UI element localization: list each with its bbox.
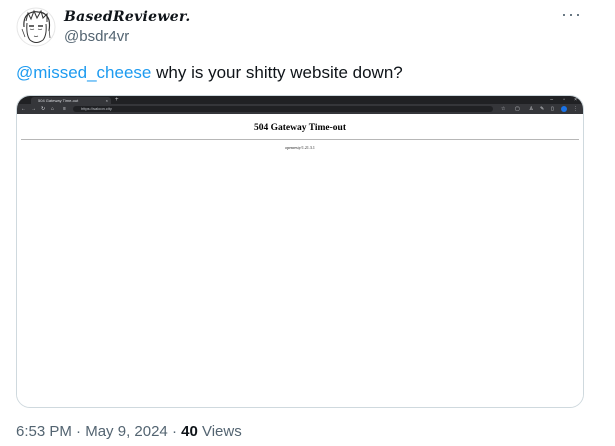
browser-page: 504 Gateway Time-out openresty/1.21.3.1 [17,114,583,404]
sidebar-icon: ▯ [551,106,554,112]
browser-tab-bar: 504 Gateway Time-out × + – ▫ × [17,96,583,104]
browser-tab: 504 Gateway Time-out × [31,97,111,104]
profile-icon [561,106,567,112]
error-heading: 504 Gateway Time-out [253,123,346,133]
author-display-name[interactable]: BasedReviewer. [64,9,191,25]
views-count: 40 [181,423,198,440]
avatar[interactable] [16,7,56,47]
forward-icon: → [31,106,36,112]
minimize-icon: – [550,97,553,103]
url-field: https://saloon.city [73,106,493,112]
adblock-icon: ♙ [529,106,534,112]
views-label: Views [201,423,242,440]
more-horizontal-icon: ··· [561,4,582,24]
author-handle[interactable]: @bsdr4vr [64,28,129,45]
server-text: openresty/1.21.3.1 [285,145,315,150]
browser-address-bar: ← → ↻ ⌂ ≡ https://saloon.city ☆ ▢ ♙ ✎ ▯ … [17,104,583,114]
separator: · [171,423,177,440]
more-options-button[interactable]: ··· [561,4,582,25]
tweet-meta: 6:53 PM · May 9, 2024 · 40 Views [16,423,242,440]
anime-sketch-avatar-icon [16,7,56,47]
divider [21,139,579,140]
mention-link[interactable]: @missed_cheese [16,63,151,82]
tab-close-icon: × [105,98,108,103]
maximize-icon: ▫ [563,97,565,103]
tweet-time[interactable]: 6:53 PM [16,423,72,440]
site-info-icon: ≡ [63,106,66,112]
tweet-date[interactable]: May 9, 2024 [85,423,168,440]
home-icon: ⌂ [51,106,55,112]
new-tab-icon: + [115,97,119,103]
bookmark-star-icon: ☆ [501,106,506,112]
extension-icon: ▢ [515,106,520,112]
browser-tab-title: 504 Gateway Time-out [38,98,79,103]
tweet-body: why is your shitty website down? [156,63,403,82]
menu-icon: ⋮ [573,106,578,112]
close-window-icon: × [574,97,577,103]
back-icon: ← [21,106,26,112]
separator: · [76,423,82,440]
attached-screenshot[interactable]: 504 Gateway Time-out × + – ▫ × ← → ↻ ⌂ ≡… [16,95,584,408]
reload-icon: ↻ [41,106,46,112]
tweet-text: @missed_cheese why is your shitty websit… [16,62,403,84]
translate-icon: ✎ [540,106,545,112]
